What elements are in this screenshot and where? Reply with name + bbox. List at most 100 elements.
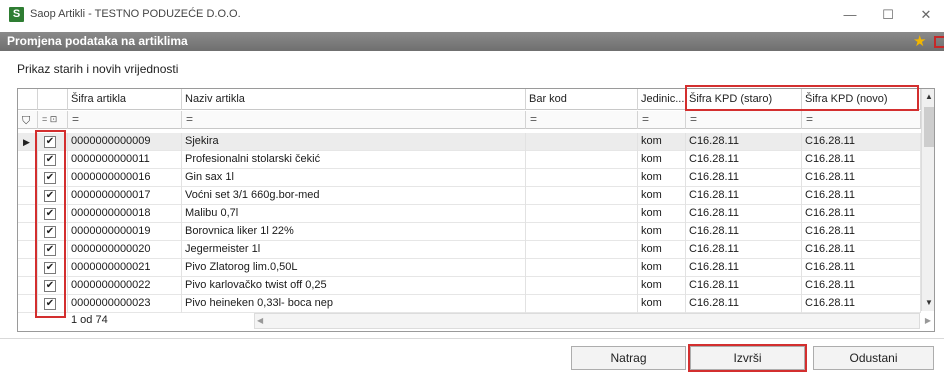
- column-header-naziv[interactable]: Naziv artikla: [182, 89, 526, 110]
- cell-kpd-staro[interactable]: C16.28.11: [686, 277, 802, 295]
- cell-barkod[interactable]: [526, 277, 638, 295]
- cell-naziv[interactable]: Jegermeister 1l: [182, 241, 526, 259]
- cell-kpd-staro[interactable]: C16.28.11: [686, 169, 802, 187]
- cell-jedinica[interactable]: kom: [638, 223, 686, 241]
- scroll-up-icon[interactable]: ▲: [922, 89, 934, 105]
- execute-button[interactable]: Izvrši: [690, 346, 805, 370]
- cell-sifra[interactable]: 0000000000016: [68, 169, 182, 187]
- table-row[interactable]: ▶ ✔ 0000000000009 Sjekira kom C16.28.11 C16.28…: [18, 133, 921, 151]
- cell-jedinica[interactable]: kom: [638, 151, 686, 169]
- scroll-left-icon[interactable]: ◀: [257, 314, 263, 328]
- cell-barkod[interactable]: [526, 169, 638, 187]
- column-header-kpd-novo[interactable]: Šifra KPD (novo): [802, 89, 921, 110]
- filter-barkod[interactable]: =: [526, 111, 638, 129]
- cell-naziv[interactable]: Pivo karlovačko twist off 0,25: [182, 277, 526, 295]
- filter-check-cell[interactable]: = ⊡: [38, 111, 68, 129]
- cell-jedinica[interactable]: kom: [638, 187, 686, 205]
- column-header-kpd-staro[interactable]: Šifra KPD (staro): [686, 89, 802, 110]
- cell-kpd-staro[interactable]: C16.28.11: [686, 151, 802, 169]
- row-indicator-cell[interactable]: [18, 277, 38, 295]
- table-row[interactable]: ✔ 0000000000011 Profesionalni stolarski če…: [18, 151, 921, 169]
- cell-naziv[interactable]: Borovnica liker 1l 22%: [182, 223, 526, 241]
- horizontal-scrollbar[interactable]: ◀: [254, 313, 920, 329]
- table-row[interactable]: ✔ 0000000000022 Pivo karlovačko twist off …: [18, 277, 921, 295]
- cancel-button[interactable]: Odustani: [813, 346, 934, 370]
- cell-naziv[interactable]: Voćni set 3/1 660g.bor-med: [182, 187, 526, 205]
- cell-barkod[interactable]: [526, 223, 638, 241]
- bookmark-icon[interactable]: [934, 36, 944, 48]
- cell-kpd-novo[interactable]: C16.28.11: [802, 133, 921, 151]
- row-indicator-cell[interactable]: [18, 241, 38, 259]
- cell-sifra[interactable]: 0000000000022: [68, 277, 182, 295]
- table-row[interactable]: ✔ 0000000000023 Pivo heineken 0,33l- boca …: [18, 295, 921, 313]
- cell-sifra[interactable]: 0000000000019: [68, 223, 182, 241]
- cell-kpd-staro[interactable]: C16.28.11: [686, 205, 802, 223]
- row-indicator-cell[interactable]: [18, 259, 38, 277]
- cell-kpd-novo[interactable]: C16.28.11: [802, 277, 921, 295]
- row-checkbox[interactable]: ✔: [44, 280, 56, 292]
- filter-jedinica[interactable]: =: [638, 111, 686, 129]
- cell-kpd-staro[interactable]: C16.28.11: [686, 223, 802, 241]
- table-row[interactable]: ✔ 0000000000016 Gin sax 1l kom C16.28.11 C16.…: [18, 169, 921, 187]
- maximize-button[interactable]: ☐: [871, 4, 905, 26]
- row-indicator-cell[interactable]: [18, 187, 38, 205]
- cell-sifra[interactable]: 0000000000020: [68, 241, 182, 259]
- cell-kpd-novo[interactable]: C16.28.11: [802, 223, 921, 241]
- cell-jedinica[interactable]: kom: [638, 259, 686, 277]
- row-checkbox[interactable]: ✔: [44, 208, 56, 220]
- cell-kpd-novo[interactable]: C16.28.11: [802, 169, 921, 187]
- row-indicator-cell[interactable]: [18, 205, 38, 223]
- cell-naziv[interactable]: Profesionalni stolarski čekić: [182, 151, 526, 169]
- cell-sifra[interactable]: 0000000000009: [68, 133, 182, 151]
- row-indicator-cell[interactable]: [18, 223, 38, 241]
- column-header-sifra[interactable]: Šifra artikla: [68, 89, 182, 110]
- table-row[interactable]: ✔ 0000000000020 Jegermeister 1l kom C16.28.1…: [18, 241, 921, 259]
- scroll-down-icon[interactable]: ▼: [922, 295, 934, 311]
- cell-naziv[interactable]: Malibu 0,7l: [182, 205, 526, 223]
- scroll-right-icon[interactable]: ▶: [921, 313, 934, 329]
- cell-jedinica[interactable]: kom: [638, 133, 686, 151]
- cell-kpd-novo[interactable]: C16.28.11: [802, 205, 921, 223]
- row-indicator-cell[interactable]: [18, 169, 38, 187]
- cell-jedinica[interactable]: kom: [638, 277, 686, 295]
- filter-kpd-novo[interactable]: =: [802, 111, 921, 129]
- cell-kpd-novo[interactable]: C16.28.11: [802, 187, 921, 205]
- cell-kpd-novo[interactable]: C16.28.11: [802, 241, 921, 259]
- cell-barkod[interactable]: [526, 259, 638, 277]
- scroll-thumb[interactable]: [924, 107, 934, 147]
- row-indicator-cell[interactable]: [18, 295, 38, 313]
- cell-jedinica[interactable]: kom: [638, 169, 686, 187]
- cell-jedinica[interactable]: kom: [638, 241, 686, 259]
- close-button[interactable]: ✕: [909, 4, 943, 26]
- cell-barkod[interactable]: [526, 151, 638, 169]
- cell-kpd-novo[interactable]: C16.28.11: [802, 295, 921, 313]
- column-header-jedinica[interactable]: Jedinic...: [638, 89, 686, 110]
- row-checkbox[interactable]: ✔: [44, 262, 56, 274]
- cell-kpd-staro[interactable]: C16.28.11: [686, 133, 802, 151]
- cell-sifra[interactable]: 0000000000011: [68, 151, 182, 169]
- minimize-button[interactable]: —: [833, 4, 867, 26]
- cell-kpd-staro[interactable]: C16.28.11: [686, 259, 802, 277]
- vertical-scrollbar[interactable]: ▲ ▼: [921, 89, 934, 311]
- row-checkbox[interactable]: ✔: [44, 136, 56, 148]
- cell-barkod[interactable]: [526, 133, 638, 151]
- row-checkbox[interactable]: ✔: [44, 244, 56, 256]
- cell-sifra[interactable]: 0000000000021: [68, 259, 182, 277]
- column-header-barkod[interactable]: Bar kod: [526, 89, 638, 110]
- cell-sifra[interactable]: 0000000000018: [68, 205, 182, 223]
- row-indicator-cell[interactable]: [18, 151, 38, 169]
- table-row[interactable]: ✔ 0000000000018 Malibu 0,7l kom C16.28.11 C16…: [18, 205, 921, 223]
- table-row[interactable]: ✔ 0000000000017 Voćni set 3/1 660g.bor-med…: [18, 187, 921, 205]
- back-button[interactable]: Natrag: [571, 346, 686, 370]
- cell-barkod[interactable]: [526, 295, 638, 313]
- cell-naziv[interactable]: Sjekira: [182, 133, 526, 151]
- row-checkbox[interactable]: ✔: [44, 190, 56, 202]
- cell-jedinica[interactable]: kom: [638, 205, 686, 223]
- row-checkbox[interactable]: ✔: [44, 154, 56, 166]
- cell-naziv[interactable]: Pivo Zlatorog lim.0,50L: [182, 259, 526, 277]
- cell-barkod[interactable]: [526, 187, 638, 205]
- table-row[interactable]: ✔ 0000000000021 Pivo Zlatorog lim.0,50L kom…: [18, 259, 921, 277]
- filter-sifra[interactable]: =: [68, 111, 182, 129]
- filter-row-cell[interactable]: ⛉: [18, 111, 38, 129]
- cell-kpd-novo[interactable]: C16.28.11: [802, 151, 921, 169]
